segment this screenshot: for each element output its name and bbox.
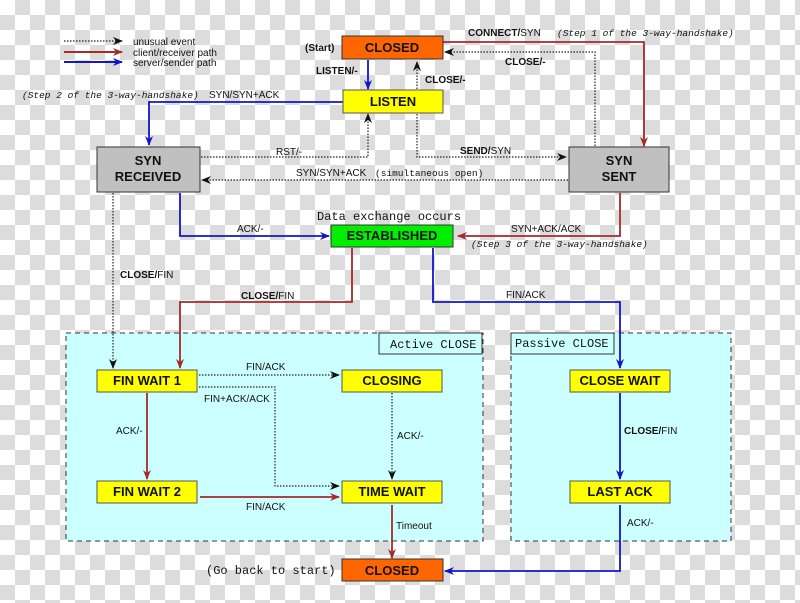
state-syn-received-label-1: SYN	[135, 153, 162, 168]
label-syn-synack: SYN/SYN+ACK	[209, 90, 280, 101]
active-close-label: Active CLOSE	[390, 338, 476, 352]
label-simultaneous-open: (simultaneous open)	[375, 168, 483, 179]
label-rst: RST/-	[276, 147, 302, 158]
legend: unusual event client/receiver path serve…	[64, 37, 217, 69]
label-ack-synrcvd: ACK/-	[237, 224, 264, 235]
label-connect-syn: CONNECT/SYN	[468, 28, 541, 39]
label-listen: LISTEN/-	[316, 66, 358, 77]
label-ack-fw1: ACK/-	[116, 426, 143, 437]
label-step3: (Step 3 of the 3-way-handshake)	[471, 239, 648, 250]
state-time-wait-label: TIME WAIT	[358, 484, 425, 499]
label-ack-lastack: ACK/-	[627, 518, 654, 529]
state-closed-top-label: CLOSED	[365, 40, 419, 55]
passive-close-label: Passive CLOSE	[515, 337, 609, 351]
label-finack-ack: FIN+ACK/ACK	[204, 394, 270, 405]
legend-unusual-label: unusual event	[133, 37, 195, 48]
legend-server-label: server/sender path	[133, 58, 216, 69]
state-closing-label: CLOSING	[362, 373, 421, 388]
label-fin-ack-est: FIN/ACK	[506, 290, 546, 301]
state-fin-wait-2-label: FIN WAIT 2	[113, 484, 181, 499]
data-exchange-annotation: Data exchange occurs	[317, 210, 461, 224]
edge-syn-synack	[145, 101, 343, 146]
label-close-listen: CLOSE/-	[425, 75, 466, 86]
label-send-syn: SEND/SYN	[460, 146, 511, 157]
state-fin-wait-1-label: FIN WAIT 1	[113, 373, 181, 388]
passive-close-region	[510, 332, 732, 542]
state-close-wait-label: CLOSE WAIT	[580, 373, 661, 388]
label-step2: (Step 2 of the 3-way-handshake)	[22, 90, 199, 101]
go-back-annotation: (Go back to start)	[206, 564, 336, 578]
label-close-synsent: CLOSE/-	[505, 57, 546, 68]
label-close-fin-est: CLOSE/FIN	[241, 291, 294, 302]
label-synack-ack: SYN+ACK/ACK	[511, 224, 582, 235]
label-step1: (Step 1 of the 3-way-handshake)	[557, 28, 734, 39]
state-last-ack-label: LAST ACK	[587, 484, 653, 499]
tcp-state-diagram: Active CLOSE Passive CLOSE unusual event…	[22, 28, 734, 582]
label-fin-ack-fw1: FIN/ACK	[246, 362, 286, 373]
state-syn-sent-label-2: SENT	[602, 169, 637, 184]
label-syn-synack-simultaneous: SYN/SYN+ACK	[296, 168, 367, 179]
state-closed-bottom-label: CLOSED	[365, 563, 419, 578]
state-listen-label: LISTEN	[370, 94, 416, 109]
label-close-fin-cw: CLOSE/FIN	[624, 426, 677, 437]
state-established-label: ESTABLISHED	[347, 228, 438, 243]
label-timeout: Timeout	[396, 521, 432, 532]
label-fin-ack-fw2: FIN/ACK	[246, 502, 286, 513]
label-close-fin-synrcvd: CLOSE/FIN	[120, 270, 173, 281]
start-annotation: (Start)	[305, 43, 334, 54]
label-ack-closing: ACK/-	[397, 431, 424, 442]
state-syn-received-label-2: RECEIVED	[115, 169, 181, 184]
state-syn-sent-label-1: SYN	[606, 153, 633, 168]
